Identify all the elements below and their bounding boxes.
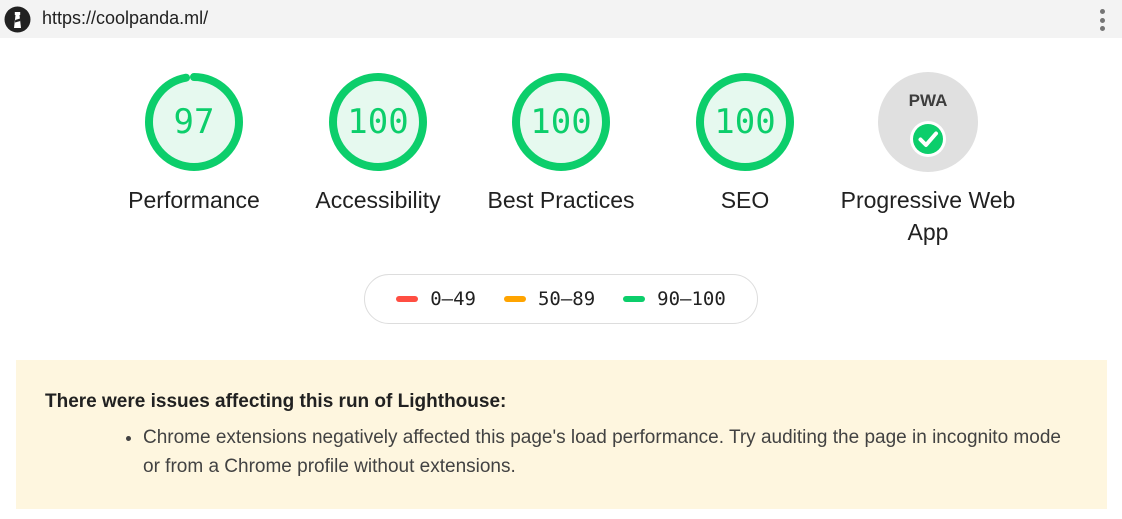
score-value: 100 [347, 102, 409, 142]
check-icon [910, 121, 946, 157]
pwa-badge: PWA [878, 72, 978, 172]
gauge-pwa[interactable]: PWA Progressive Web App [838, 72, 1018, 248]
score-value: 100 [530, 102, 592, 142]
legend-pass-swatch [623, 296, 646, 302]
gauge-label: Progressive Web App [840, 187, 1016, 245]
legend-average-swatch [503, 296, 526, 302]
dot-icon [1099, 17, 1105, 23]
score-value: 97 [173, 102, 215, 142]
gauge-accessibility[interactable]: 100 Accessibility [288, 72, 468, 216]
lighthouse-logo-icon[interactable] [4, 6, 31, 33]
dot-icon [1099, 9, 1105, 14]
gauge-label: Accessibility [315, 187, 441, 213]
warning-list: Chrome extensions negatively affected th… [124, 423, 1073, 481]
warning-item: Chrome extensions negatively affected th… [143, 423, 1073, 481]
legend-range: 90–100 [657, 288, 726, 310]
report-url[interactable]: https://coolpanda.ml/ [42, 8, 208, 29]
gauge-best-practices[interactable]: 100 Best Practices [471, 72, 651, 216]
gauge-label: Performance [128, 187, 260, 213]
legend-range: 50–89 [537, 288, 596, 310]
gauge-label: SEO [720, 187, 770, 213]
score-value: 100 [714, 102, 776, 142]
dot-icon [1099, 26, 1105, 31]
gauge-performance[interactable]: 97 Performance [104, 72, 284, 216]
warning-title: There were issues affecting this run of … [45, 391, 507, 412]
gauge-seo[interactable]: 100 SEO [655, 72, 835, 216]
score-legend: 0–49 50–89 90–100 [364, 274, 758, 324]
legend-item-pass: 90–100 [623, 288, 726, 310]
report-topbar: https://coolpanda.ml/ [0, 0, 1122, 38]
legend-item-average: 50–89 [503, 288, 596, 310]
legend-item-fail: 0–49 [396, 288, 476, 310]
gauge-label: Best Practices [487, 187, 635, 213]
tools-menu-button[interactable] [1098, 9, 1106, 31]
pwa-logo-text: PWA [909, 91, 948, 110]
run-warnings-panel: There were issues affecting this run of … [16, 360, 1107, 509]
legend-fail-swatch [396, 296, 419, 302]
legend-range: 0–49 [430, 288, 476, 310]
